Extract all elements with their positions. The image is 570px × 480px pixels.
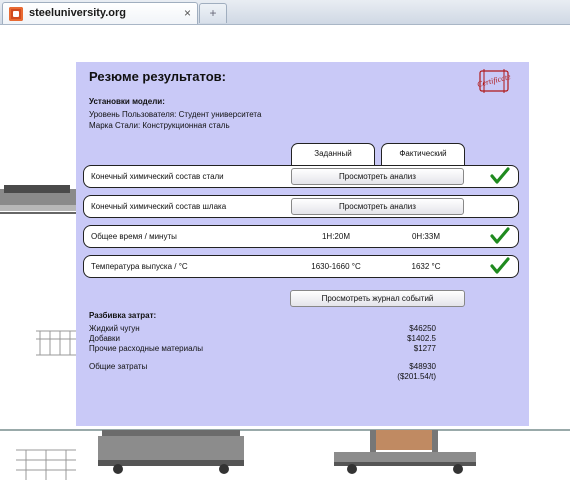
row-label: Общее время / минуты [91,232,177,241]
actual-temperature-value: 1632 °C [411,262,441,271]
ladle-car-left-icon [0,185,76,214]
actual-time-value: 0Н:33М [411,232,440,241]
row-label: Конечный химический состав шлака [91,202,227,211]
row-label: Температура выпуска / °C [91,262,188,271]
target-time-value: 1Н:20М [321,232,350,241]
steel-grade-text: Марка Стали: Конструкционная сталь [89,121,230,130]
tap-temperature-row: Температура выпуска / °C 1630-1660 °C 16… [83,255,519,278]
hot-metal-cost: $46250 [409,324,436,333]
certificate-text: Certificate [476,72,512,89]
steel-chemistry-row: Конечный химический состав стали Просмот… [83,165,519,188]
new-tab-button[interactable]: + [199,3,227,23]
model-settings-heading: Установки модели: [89,97,165,106]
consumables-cost: $1277 [413,344,436,353]
consumables-label: Прочие расходные материалы [89,344,203,353]
target-temperature-value: 1630-1660 °C [311,262,361,271]
additions-label: Добавки [89,334,121,343]
transfer-car-right-icon [334,430,476,474]
floor-line [0,429,570,431]
actual-column-header: Фактический [381,143,465,166]
tab-title: steeluniversity.org [29,7,126,19]
target-column-header: Заданный [291,143,375,166]
additions-cost: $1402.5 [407,334,436,343]
cost-breakdown-heading: Разбивка затрат: [89,311,157,320]
total-cost-value: $48930 [409,362,436,371]
platform-stairs-icon [36,330,76,356]
green-checkmark-icon [490,257,510,274]
view-event-log-button[interactable]: Просмотреть журнал событий [290,290,465,307]
total-cost-label: Общие затраты [89,362,148,371]
total-time-row: Общее время / минуты 1Н:20М 0Н:33М [83,225,519,248]
slag-chemistry-row: Конечный химический состав шлака Просмот… [83,195,519,218]
site-favicon-icon [9,7,23,21]
row-label: Конечный химический состав стали [91,172,224,181]
cost-per-ton-value: ($201.54/t) [397,372,436,381]
certificate-stamp-icon[interactable]: Certificate [472,66,516,94]
railing-icon [16,449,76,480]
green-checkmark-icon [490,227,510,244]
transfer-car-left-icon [98,430,244,474]
results-summary-panel: Резюме результатов: Certificate Установк… [76,62,529,426]
browser-tab[interactable]: steeluniversity.org × [2,2,198,24]
user-level-text: Уровень Пользователя: Студент университе… [89,110,262,119]
hot-metal-label: Жидкий чугун [89,324,140,333]
view-steel-analysis-button[interactable]: Просмотреть анализ [291,168,464,185]
view-slag-analysis-button[interactable]: Просмотреть анализ [291,198,464,215]
browser-tab-bar: steeluniversity.org × + [0,0,570,25]
close-tab-icon[interactable]: × [184,6,191,20]
green-checkmark-icon [490,167,510,184]
panel-title: Резюме результатов: [89,69,226,84]
